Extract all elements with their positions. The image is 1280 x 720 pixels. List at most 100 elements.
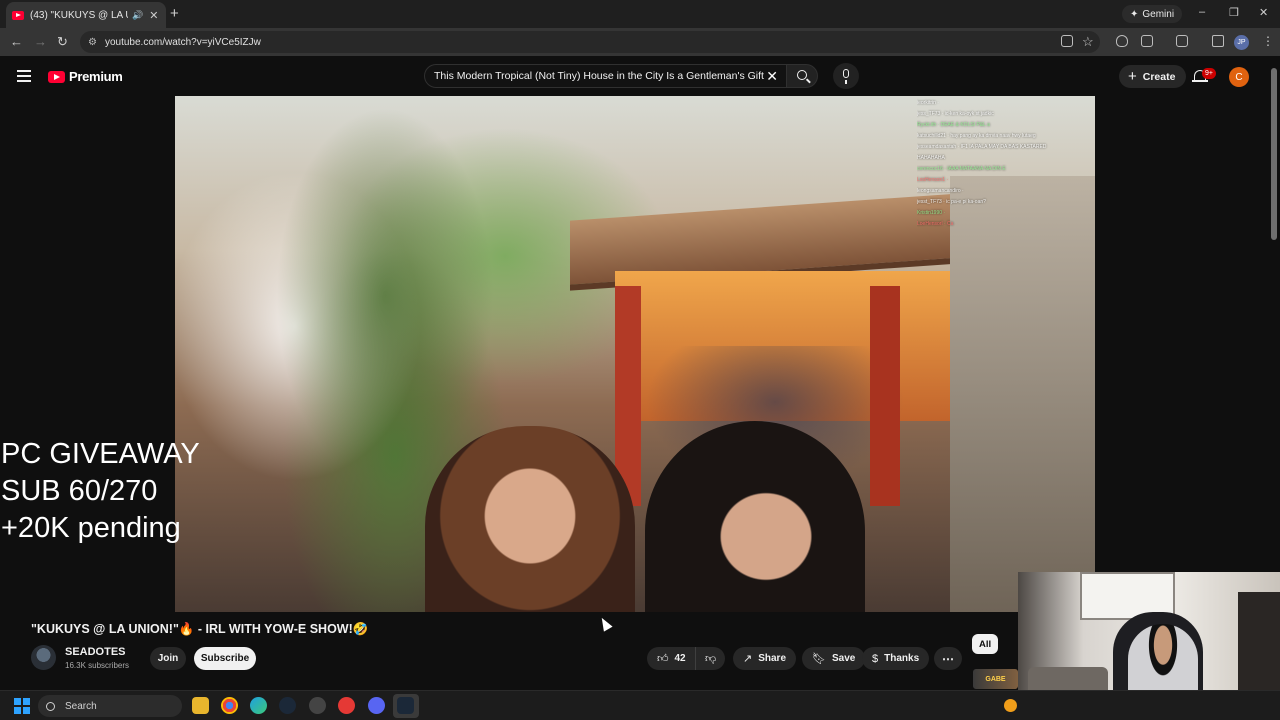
video-title: "KUKUYS @ LA UNION!"🔥 - IRL WITH YOW-E S…	[31, 622, 369, 636]
taskbar-search[interactable]: Search	[38, 695, 182, 717]
forward-arrow-icon[interactable]: →	[34, 34, 47, 49]
url-text: youtube.com/watch?v=yiVCe5IZJw	[104, 36, 261, 48]
giveaway-line: PC GIVEAWAY	[1, 438, 200, 470]
taskbar-search-icon	[46, 701, 55, 711]
channel-avatar[interactable]	[31, 645, 56, 670]
media-player-icon[interactable]	[338, 697, 355, 714]
tab-title: (43) "KUKUYS @ LA UNION!"	[30, 9, 128, 21]
youtube-logo-icon	[48, 70, 65, 83]
bookmark-star-icon[interactable]: ☆	[1082, 34, 1094, 50]
chat-message: ieorkitrin ·	[917, 100, 939, 106]
account-avatar[interactable]: C	[1229, 67, 1249, 87]
youtube-premium-logo[interactable]: Premium	[48, 69, 123, 84]
save-button[interactable]: 🔖︎ Save	[802, 647, 866, 670]
share-label: Share	[758, 653, 787, 664]
search-input[interactable]: This Modern Tropical (Not Tiny) House in…	[424, 64, 786, 88]
giveaway-overlay: PC GIVEAWAY SUB 60/270 +20K pending	[1, 436, 200, 547]
settings-gear-icon[interactable]	[309, 697, 326, 714]
close-window-button[interactable]: ✕	[1259, 6, 1268, 19]
extensions-puzzle-icon[interactable]	[1141, 35, 1153, 47]
clear-search-icon[interactable]: ✕	[766, 68, 778, 85]
plus-icon: +	[1128, 68, 1137, 85]
channel-name[interactable]: SEADOTES	[65, 646, 126, 658]
reload-icon[interactable]: ↻	[57, 34, 68, 50]
cast-icon[interactable]	[1061, 35, 1073, 47]
giveaway-line: SUB 60/270	[1, 475, 158, 507]
profile-avatar[interactable]: JP	[1234, 35, 1249, 50]
restore-button[interactable]: ❐	[1229, 6, 1239, 19]
discord-icon[interactable]	[368, 697, 385, 714]
steam-icon[interactable]	[279, 697, 296, 714]
page-scrollbar[interactable]	[1271, 68, 1277, 240]
chat-message: jesst_TF73 · ic pa-e pi ka-oan?	[917, 199, 986, 205]
browser-tab-youtube[interactable]: (43) "KUKUYS @ LA UNION!" 🔊 ✕	[6, 2, 166, 28]
thumbs-up-icon: 👍︎	[657, 653, 669, 665]
video-frame-wall	[950, 176, 1095, 612]
shield-extension-icon[interactable]	[1116, 35, 1128, 47]
chat-message: cerencoc16 · IAAA MATAANA NA DIN E	[917, 166, 1006, 172]
bookmark-icon: 🔖︎	[812, 653, 826, 665]
browser-tab-strip: (43) "KUKUYS @ LA UNION!" 🔊 ✕ + ✦ Gemini…	[0, 0, 1280, 28]
filter-chip-all[interactable]: All	[972, 634, 999, 654]
search-button[interactable]	[786, 64, 818, 88]
like-button[interactable]: 👍︎ 42	[647, 647, 695, 670]
chat-message: Ryckt.ith · DEAE & KOLSI P&L a	[917, 122, 990, 128]
chat-message: katsuchilld21 · hay pang ay ka drrvia na…	[917, 133, 1036, 139]
site-info-icon[interactable]: ⚙	[88, 37, 97, 48]
notification-count-badge: 9+	[1202, 68, 1216, 79]
save-label: Save	[831, 653, 856, 664]
subscriber-count: 16.3K subscribers	[65, 661, 130, 670]
mouse-cursor-icon	[597, 615, 613, 632]
stream-chat-overlay: ieorkitrin · jess_TF73 · ic-ken ka-oyk s…	[917, 98, 1087, 229]
chat-message: jesseamdasantah · IF1 IA PALA MAY DA BAS…	[917, 144, 1047, 150]
search-icon	[797, 70, 807, 80]
more-actions-button[interactable]: ⋯	[934, 647, 962, 670]
video-frame-person	[425, 426, 635, 612]
video-player[interactable]: ieorkitrin · jess_TF73 · ic-ken ka-oyk s…	[175, 96, 1095, 612]
browser-menu-icon[interactable]: ⋮	[1262, 34, 1274, 48]
voice-search-button[interactable]	[833, 63, 859, 89]
browser-toolbar: ← → ↻ ⚙ youtube.com/watch?v=yiVCe5IZJw ☆	[0, 28, 1280, 56]
gemini-label: Gemini	[1142, 8, 1175, 20]
windows-start-icon[interactable]	[14, 698, 30, 714]
like-count: 42	[674, 653, 686, 664]
video-frame-pillar	[870, 286, 900, 506]
recommended-video-thumbnail[interactable]: GABE	[973, 669, 1018, 689]
steam-app-icon[interactable]	[397, 697, 414, 714]
gemini-button[interactable]: ✦ Gemini	[1122, 5, 1183, 23]
logo-text: Premium	[69, 69, 123, 84]
new-tab-button[interactable]: +	[170, 5, 179, 22]
thumbs-down-icon: 👎︎	[705, 653, 717, 665]
address-bar[interactable]: ⚙ youtube.com/watch?v=yiVCe5IZJw	[80, 31, 1100, 53]
chat-message: Kristin1990 ·	[917, 210, 946, 216]
search-query: This Modern Tropical (Not Tiny) House in…	[434, 70, 764, 82]
chrome-icon[interactable]	[221, 697, 238, 714]
taskbar-search-label: Search	[65, 700, 97, 712]
hamburger-menu-icon[interactable]	[17, 70, 31, 82]
chat-message: LosHenson1 ·	[917, 177, 949, 183]
subscribe-button[interactable]: Subscribe	[194, 647, 256, 670]
tray-notification-icon[interactable]	[1004, 699, 1017, 712]
microphone-icon	[843, 69, 849, 78]
media-controls-icon[interactable]	[1212, 35, 1224, 47]
thanks-button[interactable]: $ Thanks	[862, 647, 930, 670]
chat-message: leongsamancandiro ·	[917, 188, 964, 194]
tab-close-icon[interactable]: ✕	[149, 9, 158, 22]
minimize-button[interactable]: –	[1199, 6, 1205, 18]
giveaway-line: +20K pending	[1, 512, 181, 544]
youtube-favicon-icon	[12, 10, 24, 20]
back-arrow-icon[interactable]: ←	[10, 34, 23, 49]
thanks-dollar-icon: $	[872, 652, 879, 665]
dislike-button[interactable]: 👎︎	[695, 647, 725, 670]
create-button[interactable]: + Create	[1119, 65, 1187, 88]
file-explorer-icon[interactable]	[192, 697, 209, 714]
youtube-masthead: Premium This Modern Tropical (Not Tiny) …	[0, 56, 1280, 96]
share-button[interactable]: ↗ Share	[733, 647, 797, 670]
thanks-label: Thanks	[884, 653, 920, 664]
edge-icon[interactable]	[250, 697, 267, 714]
share-arrow-icon: ↗	[743, 653, 753, 665]
join-button[interactable]: Join	[153, 647, 183, 670]
sidepanel-icon[interactable]	[1176, 35, 1188, 47]
chat-message: HAHAHAHA	[917, 155, 945, 161]
speaker-icon[interactable]: 🔊	[132, 10, 143, 21]
